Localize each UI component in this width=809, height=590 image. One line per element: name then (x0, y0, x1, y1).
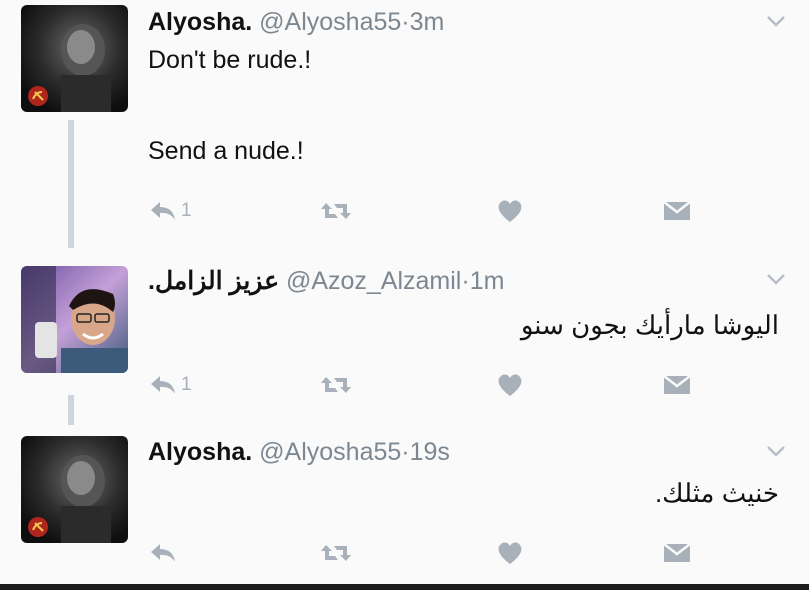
user-handle[interactable]: @Alyosha55 (259, 438, 401, 466)
retweet-icon (321, 545, 351, 561)
heart-icon (498, 542, 522, 564)
reply-icon (151, 202, 175, 220)
reply-count: 1 (181, 200, 192, 221)
tweet-text-line: Send a nude.! (148, 137, 304, 165)
retweet-button[interactable] (318, 538, 354, 568)
reply-icon (151, 376, 175, 394)
timestamp[interactable]: 3m (410, 8, 445, 36)
timestamp[interactable]: 1m (470, 267, 505, 295)
tweet-header: عزيز الزامل. @Azoz_Alzamil·1m (148, 266, 504, 296)
avatar[interactable] (21, 5, 128, 112)
envelope-icon (663, 201, 691, 220)
separator: · (401, 8, 410, 36)
tweet-header: Alyosha. @Alyosha55·19s (148, 438, 450, 467)
heart-icon (498, 200, 522, 222)
direct-message-button[interactable] (662, 370, 692, 400)
reply-button[interactable] (148, 538, 181, 568)
display-name[interactable]: عزيز الزامل. (148, 267, 279, 295)
tweet-actions (0, 538, 809, 568)
retweet-icon (321, 377, 351, 393)
chevron-down-icon[interactable] (766, 444, 786, 458)
tweet-actions: 1 (0, 196, 809, 226)
direct-message-button[interactable] (662, 538, 692, 568)
tweet-actions: 1 (0, 370, 809, 400)
reply-button[interactable]: 1 (148, 196, 192, 226)
reply-count: 1 (181, 374, 192, 395)
chevron-down-icon[interactable] (766, 14, 786, 28)
envelope-icon (663, 375, 691, 394)
direct-message-button[interactable] (662, 196, 692, 226)
display-name[interactable]: Alyosha. (148, 438, 252, 466)
retweet-icon (321, 203, 351, 219)
tweet-text-line: خنيث مثلك. (654, 478, 779, 508)
like-button[interactable] (496, 538, 524, 568)
bottom-border (0, 584, 809, 590)
tweet-text-line: Don't be rude.! (148, 46, 312, 74)
retweet-button[interactable] (318, 196, 354, 226)
chevron-down-icon[interactable] (766, 272, 786, 286)
like-button[interactable] (496, 196, 524, 226)
separator: · (401, 438, 410, 466)
avatar[interactable] (21, 266, 128, 373)
display-name[interactable]: Alyosha. (148, 8, 252, 36)
like-button[interactable] (496, 370, 524, 400)
heart-icon (498, 374, 522, 396)
tweet-header: Alyosha. @Alyosha55·3m (148, 8, 444, 37)
avatar[interactable] (21, 436, 128, 543)
envelope-icon (663, 543, 691, 562)
user-handle[interactable]: @Azoz_Alzamil (286, 267, 461, 295)
thread-line (68, 120, 74, 248)
user-handle[interactable]: @Alyosha55 (259, 8, 401, 36)
retweet-button[interactable] (318, 370, 354, 400)
hammer-sickle-icon (28, 86, 48, 106)
reply-button[interactable]: 1 (148, 370, 192, 400)
separator: · (461, 267, 470, 295)
reply-icon (151, 544, 175, 562)
tweet-text-line: اليوشا مارأيك بجون سنو (520, 310, 779, 340)
hammer-sickle-icon (28, 517, 48, 537)
timestamp[interactable]: 19s (410, 438, 450, 466)
